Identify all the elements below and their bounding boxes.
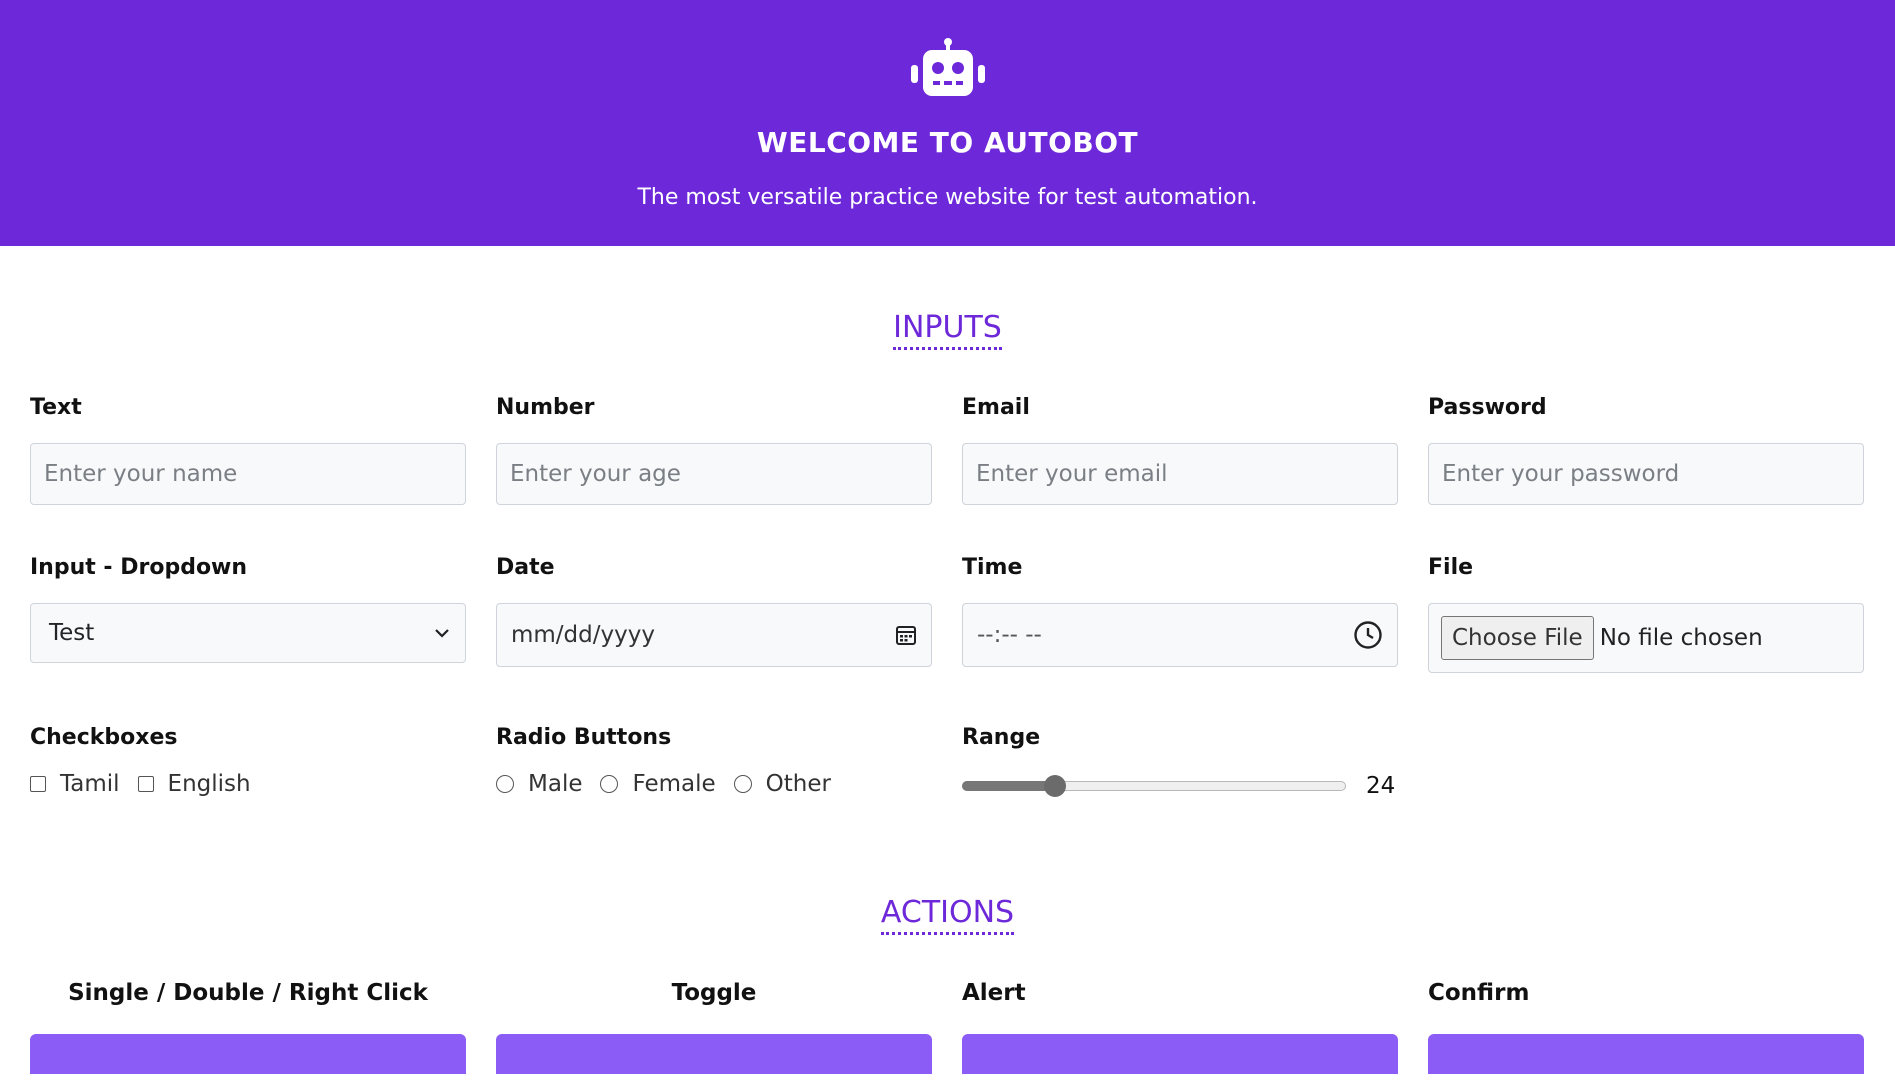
password-label: Password [1428,395,1547,420]
time-field-group: Time --:-- -- [962,555,1398,673]
actions-section-title: ACTIONS [0,895,1895,935]
click-action-button[interactable] [30,1034,466,1074]
date-label: Date [496,555,555,580]
click-action-label: Single / Double / Right Click [68,980,428,1006]
file-input: Choose File No file chosen [1428,603,1864,673]
page-header: WELCOME TO AUTOBOT The most versatile pr… [0,0,1895,246]
checkbox-tamil-label: Tamil [60,771,120,797]
checkboxes-label: Checkboxes [30,725,178,750]
empty-cell [1428,725,1864,799]
actions-section-title-text: ACTIONS [880,895,1015,935]
inputs-row-2: Input - Dropdown Test Date mm/dd/yyyy Ti… [0,555,1895,673]
password-field-group: Password [1428,395,1864,505]
range-label: Range [962,725,1041,750]
date-field-group: Date mm/dd/yyyy [496,555,932,673]
age-input[interactable] [496,443,932,505]
alert-action-group: Alert [962,980,1398,1074]
radio-other-label: Other [765,771,831,797]
page-subtitle: The most versatile practice website for … [637,185,1258,210]
number-field-group: Number [496,395,932,505]
email-label: Email [962,395,1030,420]
chevron-down-icon [435,629,449,638]
clock-icon[interactable] [1353,620,1383,650]
inputs-section-title-text: INPUTS [893,310,1002,350]
time-label: Time [962,555,1023,580]
text-label: Text [30,395,82,420]
range-fill [962,781,1054,791]
dropdown-label: Input - Dropdown [30,555,248,580]
checkbox-english-label: English [167,771,251,797]
toggle-action-label: Toggle [671,980,757,1006]
dropdown-field-group: Input - Dropdown Test [30,555,466,673]
checkboxes-group: Checkboxes Tamil English [30,725,466,799]
confirm-action-button[interactable] [1428,1034,1864,1074]
range-slider[interactable] [962,775,1346,797]
checkbox-tamil[interactable] [30,776,46,792]
range-value: 24 [1366,773,1396,799]
name-input[interactable] [30,443,466,505]
password-input[interactable] [1428,443,1864,505]
radio-male[interactable] [496,775,514,793]
range-group: Range 24 [962,725,1398,799]
toggle-action-group: Toggle [496,980,932,1074]
file-status-text: No file chosen [1599,625,1763,651]
alert-action-label: Alert [962,980,1026,1006]
alert-action-button[interactable] [962,1034,1398,1074]
date-value: mm/dd/yyyy [511,622,655,648]
radio-group: Radio Buttons Male Female Other [496,725,932,799]
radio-options: Male Female Other [496,771,932,797]
click-action-group: Single / Double / Right Click [30,980,466,1074]
radio-other[interactable] [733,775,752,793]
email-input[interactable] [962,443,1398,505]
email-field-group: Email [962,395,1398,505]
range-row: 24 [962,773,1398,799]
inputs-row-3: Checkboxes Tamil English Radio Buttons M… [0,725,1895,799]
dropdown-select[interactable]: Test [30,603,466,663]
toggle-action-button[interactable] [496,1034,932,1074]
radio-male-label: Male [528,771,583,797]
time-input[interactable]: --:-- -- [962,603,1398,667]
text-field-group: Text [30,395,466,505]
page-title: WELCOME TO AUTOBOT [756,126,1139,159]
date-input[interactable]: mm/dd/yyyy [496,603,932,667]
checkbox-english[interactable] [137,776,154,792]
number-label: Number [496,395,595,420]
actions-row: Single / Double / Right Click Toggle Ale… [0,980,1895,1074]
checkbox-options: Tamil English [30,771,466,797]
dropdown-selected-value: Test [49,620,95,646]
file-field-group: File Choose File No file chosen [1428,555,1864,673]
choose-file-button[interactable]: Choose File [1441,616,1594,660]
file-label: File [1428,555,1474,580]
radio-buttons-label: Radio Buttons [496,725,672,750]
inputs-section-title: INPUTS [0,310,1895,350]
radio-female[interactable] [600,775,619,793]
calendar-icon[interactable] [895,624,917,646]
confirm-action-group: Confirm [1428,980,1864,1074]
radio-female-label: Female [632,771,716,797]
confirm-action-label: Confirm [1428,980,1530,1006]
range-thumb[interactable] [1043,775,1066,797]
inputs-row-1: Text Number Email Password [0,395,1895,505]
robot-icon [910,38,985,96]
time-value: --:-- -- [977,622,1042,648]
